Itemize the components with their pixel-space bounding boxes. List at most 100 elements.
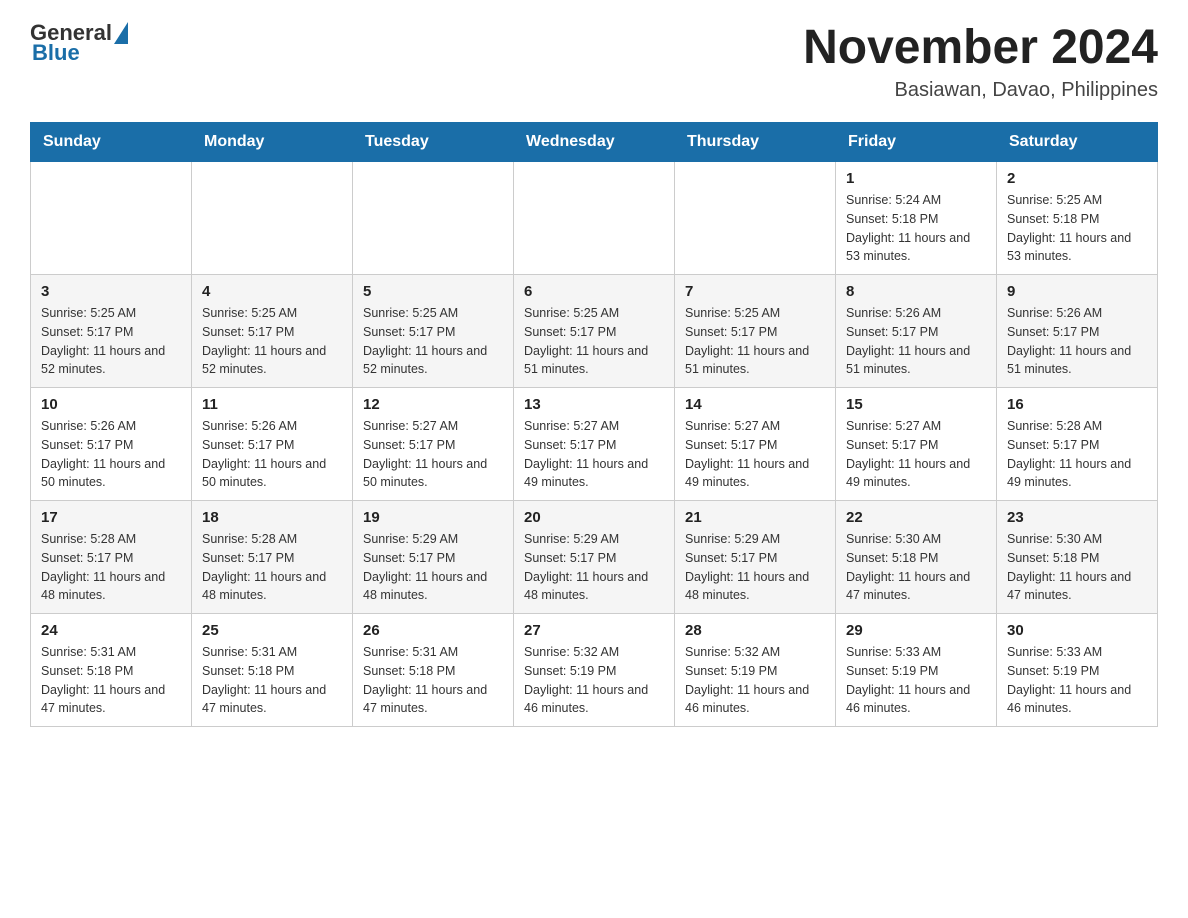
day-info: Sunrise: 5:29 AM Sunset: 5:17 PM Dayligh… (524, 530, 664, 605)
calendar-cell: 12 Sunrise: 5:27 AM Sunset: 5:17 PM Dayli… (353, 388, 514, 501)
calendar-header-sunday: Sunday (31, 123, 192, 162)
calendar-week-row: 17Sunrise: 5:28 AM Sunset: 5:17 PM Dayli… (31, 501, 1158, 614)
page-header: General Blue November 2024 Basiawan, Dav… (30, 20, 1158, 102)
day-number: 27 (524, 622, 664, 639)
calendar-cell: 19 Sunrise: 5:29 AM Sunset: 5:17 PM Dayli… (353, 501, 514, 614)
day-number: 2 (1007, 170, 1147, 187)
day-number: 12 (363, 396, 503, 413)
day-info: Sunrise: 5:27 AM Sunset: 5:17 PM Dayligh… (685, 417, 825, 492)
calendar-week-row: 1 Sunrise: 5:24 AM Sunset: 5:18 PM Daylig… (31, 162, 1158, 275)
day-number: 17 (41, 509, 181, 526)
calendar-week-row: 3 Sunrise: 5:25 AM Sunset: 5:17 PM Daylig… (31, 275, 1158, 388)
calendar-cell (675, 162, 836, 275)
day-info: Sunrise: 5:25 AM Sunset: 5:17 PM Dayligh… (685, 304, 825, 379)
calendar-cell: 1 Sunrise: 5:24 AM Sunset: 5:18 PM Daylig… (836, 162, 997, 275)
day-number: 21 (685, 509, 825, 526)
calendar-cell (31, 162, 192, 275)
day-number: 5 (363, 283, 503, 300)
day-number: 19 (363, 509, 503, 526)
calendar-cell: 24 Sunrise: 5:31 AM Sunset: 5:18 PM Dayli… (31, 614, 192, 727)
day-info: Sunrise: 5:25 AM Sunset: 5:18 PM Dayligh… (1007, 191, 1147, 266)
day-info: Sunrise: 5:29 AM Sunset: 5:17 PM Dayligh… (363, 530, 503, 605)
calendar-cell: 28 Sunrise: 5:32 AM Sunset: 5:19 PM Dayli… (675, 614, 836, 727)
day-info: Sunrise: 5:31 AM Sunset: 5:18 PM Dayligh… (363, 643, 503, 718)
day-info: Sunrise: 5:27 AM Sunset: 5:17 PM Dayligh… (846, 417, 986, 492)
day-number: 15 (846, 396, 986, 413)
calendar-cell: 16Sunrise: 5:28 AM Sunset: 5:17 PM Dayli… (997, 388, 1158, 501)
day-number: 28 (685, 622, 825, 639)
day-info: Sunrise: 5:24 AM Sunset: 5:18 PM Dayligh… (846, 191, 986, 266)
calendar-cell: 20 Sunrise: 5:29 AM Sunset: 5:17 PM Dayli… (514, 501, 675, 614)
day-number: 16 (1007, 396, 1147, 413)
calendar-cell: 15 Sunrise: 5:27 AM Sunset: 5:17 PM Dayli… (836, 388, 997, 501)
day-number: 22 (846, 509, 986, 526)
day-info: Sunrise: 5:25 AM Sunset: 5:17 PM Dayligh… (202, 304, 342, 379)
day-number: 30 (1007, 622, 1147, 639)
day-info: Sunrise: 5:25 AM Sunset: 5:17 PM Dayligh… (363, 304, 503, 379)
day-info: Sunrise: 5:32 AM Sunset: 5:19 PM Dayligh… (524, 643, 664, 718)
day-number: 23 (1007, 509, 1147, 526)
calendar-cell: 25 Sunrise: 5:31 AM Sunset: 5:18 PM Dayli… (192, 614, 353, 727)
day-info: Sunrise: 5:33 AM Sunset: 5:19 PM Dayligh… (1007, 643, 1147, 718)
calendar-cell: 4 Sunrise: 5:25 AM Sunset: 5:17 PM Daylig… (192, 275, 353, 388)
day-number: 13 (524, 396, 664, 413)
day-info: Sunrise: 5:31 AM Sunset: 5:18 PM Dayligh… (41, 643, 181, 718)
day-info: Sunrise: 5:27 AM Sunset: 5:17 PM Dayligh… (363, 417, 503, 492)
day-info: Sunrise: 5:26 AM Sunset: 5:17 PM Dayligh… (202, 417, 342, 492)
calendar-cell: 5 Sunrise: 5:25 AM Sunset: 5:17 PM Daylig… (353, 275, 514, 388)
calendar-cell: 29 Sunrise: 5:33 AM Sunset: 5:19 PM Dayli… (836, 614, 997, 727)
day-number: 29 (846, 622, 986, 639)
day-number: 4 (202, 283, 342, 300)
day-info: Sunrise: 5:25 AM Sunset: 5:17 PM Dayligh… (41, 304, 181, 379)
calendar-cell: 11 Sunrise: 5:26 AM Sunset: 5:17 PM Dayli… (192, 388, 353, 501)
calendar-header-wednesday: Wednesday (514, 123, 675, 162)
calendar-cell: 8 Sunrise: 5:26 AM Sunset: 5:17 PM Daylig… (836, 275, 997, 388)
calendar-header-thursday: Thursday (675, 123, 836, 162)
calendar-header-friday: Friday (836, 123, 997, 162)
calendar-cell: 7 Sunrise: 5:25 AM Sunset: 5:17 PM Daylig… (675, 275, 836, 388)
calendar-cell (192, 162, 353, 275)
calendar-cell: 30 Sunrise: 5:33 AM Sunset: 5:19 PM Dayli… (997, 614, 1158, 727)
calendar-cell: 3 Sunrise: 5:25 AM Sunset: 5:17 PM Daylig… (31, 275, 192, 388)
day-number: 10 (41, 396, 181, 413)
day-number: 20 (524, 509, 664, 526)
month-title: November 2024 (803, 20, 1158, 75)
calendar-cell: 27 Sunrise: 5:32 AM Sunset: 5:19 PM Dayli… (514, 614, 675, 727)
calendar-cell: 18Sunrise: 5:28 AM Sunset: 5:17 PM Dayli… (192, 501, 353, 614)
calendar-cell: 17Sunrise: 5:28 AM Sunset: 5:17 PM Dayli… (31, 501, 192, 614)
day-info: Sunrise: 5:26 AM Sunset: 5:17 PM Dayligh… (1007, 304, 1147, 379)
day-info: Sunrise: 5:26 AM Sunset: 5:17 PM Dayligh… (41, 417, 181, 492)
day-number: 1 (846, 170, 986, 187)
calendar-cell: 13 Sunrise: 5:27 AM Sunset: 5:17 PM Dayli… (514, 388, 675, 501)
calendar-week-row: 24 Sunrise: 5:31 AM Sunset: 5:18 PM Dayli… (31, 614, 1158, 727)
calendar-header-saturday: Saturday (997, 123, 1158, 162)
day-info: Sunrise: 5:26 AM Sunset: 5:17 PM Dayligh… (846, 304, 986, 379)
calendar-header-row: SundayMondayTuesdayWednesdayThursdayFrid… (31, 123, 1158, 162)
day-number: 11 (202, 396, 342, 413)
day-number: 3 (41, 283, 181, 300)
day-info: Sunrise: 5:25 AM Sunset: 5:17 PM Dayligh… (524, 304, 664, 379)
day-number: 7 (685, 283, 825, 300)
logo: General Blue (30, 20, 128, 66)
day-number: 26 (363, 622, 503, 639)
day-number: 24 (41, 622, 181, 639)
day-info: Sunrise: 5:27 AM Sunset: 5:17 PM Dayligh… (524, 417, 664, 492)
calendar-cell: 26 Sunrise: 5:31 AM Sunset: 5:18 PM Dayli… (353, 614, 514, 727)
day-info: Sunrise: 5:30 AM Sunset: 5:18 PM Dayligh… (1007, 530, 1147, 605)
calendar-cell (353, 162, 514, 275)
day-info: Sunrise: 5:31 AM Sunset: 5:18 PM Dayligh… (202, 643, 342, 718)
calendar-cell: 9Sunrise: 5:26 AM Sunset: 5:17 PM Daylig… (997, 275, 1158, 388)
calendar-header-tuesday: Tuesday (353, 123, 514, 162)
calendar-cell: 23 Sunrise: 5:30 AM Sunset: 5:18 PM Dayli… (997, 501, 1158, 614)
day-number: 25 (202, 622, 342, 639)
day-info: Sunrise: 5:29 AM Sunset: 5:17 PM Dayligh… (685, 530, 825, 605)
day-info: Sunrise: 5:33 AM Sunset: 5:19 PM Dayligh… (846, 643, 986, 718)
location-title: Basiawan, Davao, Philippines (803, 79, 1158, 102)
day-number: 6 (524, 283, 664, 300)
calendar-week-row: 10 Sunrise: 5:26 AM Sunset: 5:17 PM Dayli… (31, 388, 1158, 501)
day-number: 8 (846, 283, 986, 300)
title-section: November 2024 Basiawan, Davao, Philippin… (803, 20, 1158, 102)
calendar-cell: 21 Sunrise: 5:29 AM Sunset: 5:17 PM Dayli… (675, 501, 836, 614)
calendar-cell: 2 Sunrise: 5:25 AM Sunset: 5:18 PM Daylig… (997, 162, 1158, 275)
day-info: Sunrise: 5:32 AM Sunset: 5:19 PM Dayligh… (685, 643, 825, 718)
